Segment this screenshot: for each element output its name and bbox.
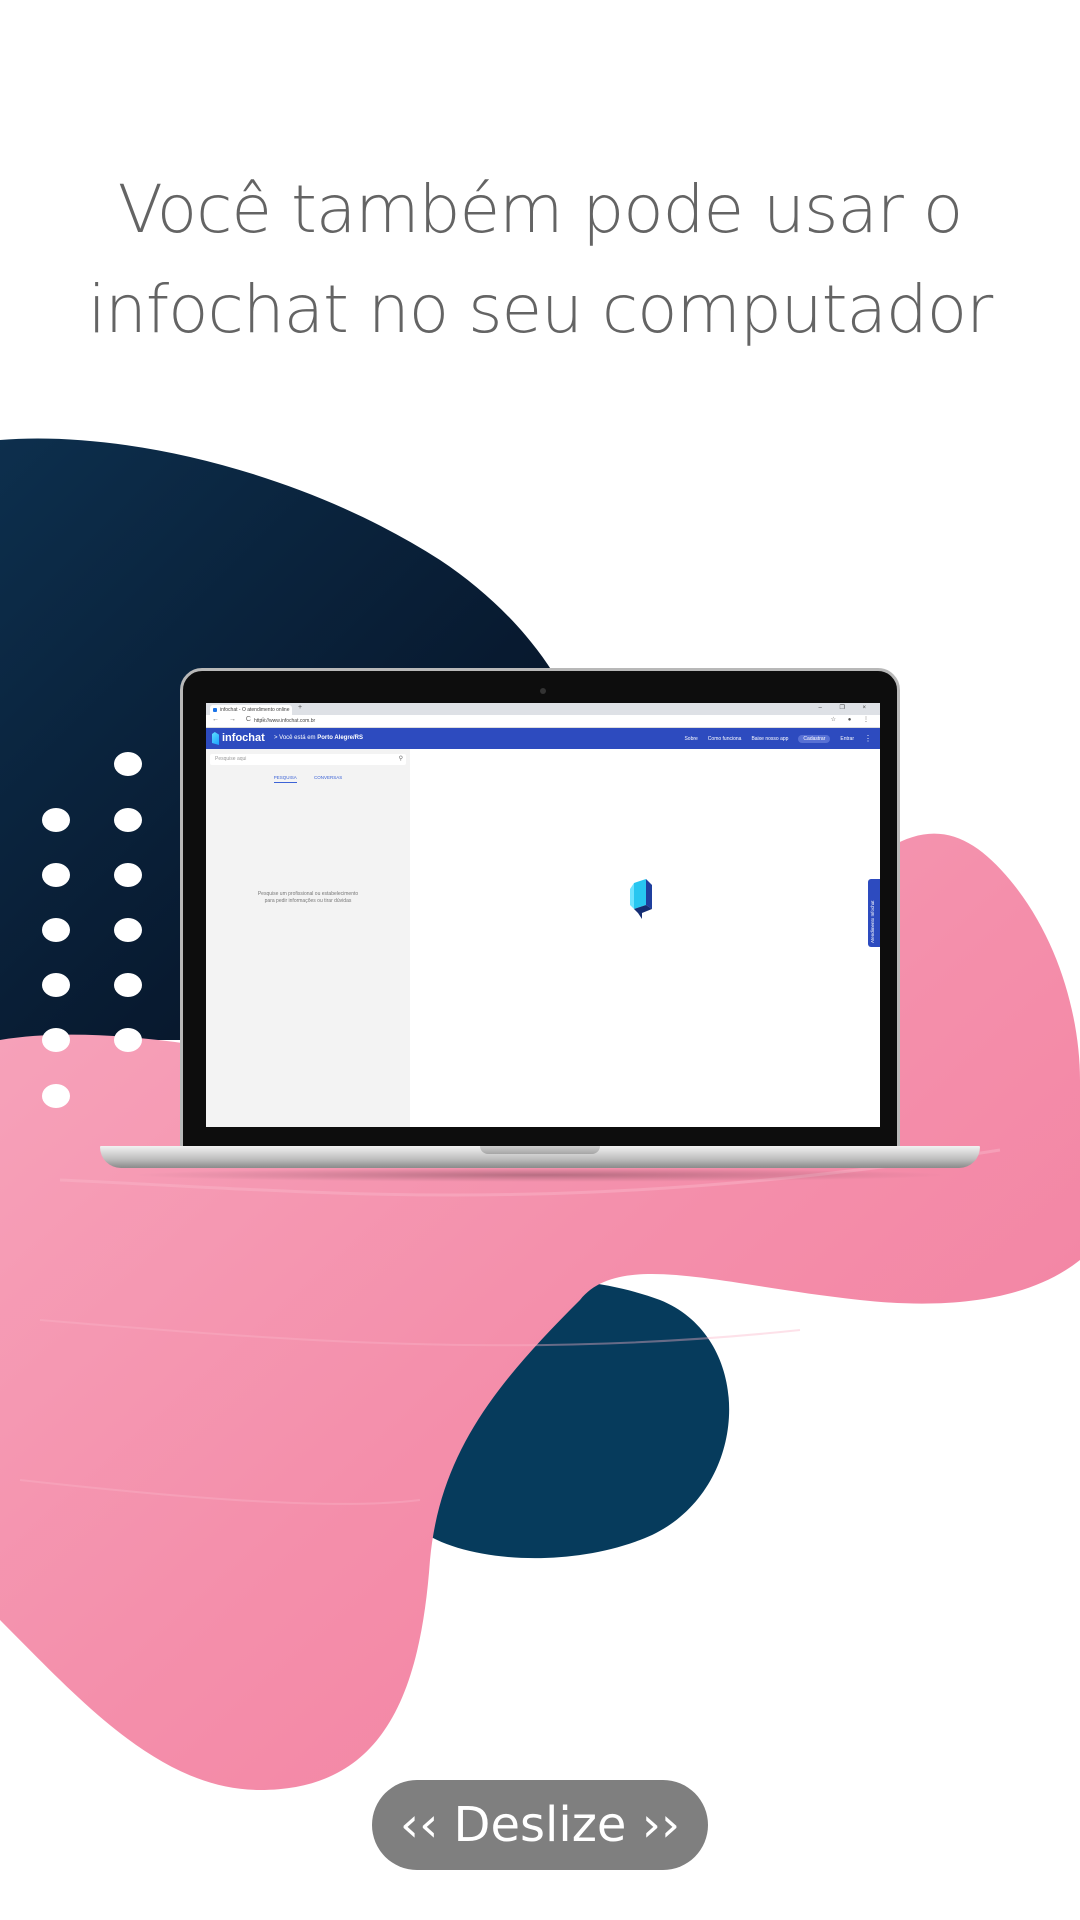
browser-tabbar: infochat - O atendimento online + – ❐ × bbox=[206, 703, 880, 715]
laptop-screen: infochat - O atendimento online + – ❐ × … bbox=[206, 703, 880, 1127]
search-input[interactable]: Pesquise aqui ⚲ bbox=[210, 754, 406, 765]
laptop-notch bbox=[480, 1146, 600, 1154]
tab-pesquisa[interactable]: PESQUISA bbox=[273, 775, 297, 783]
browser-extension-icons[interactable]: ☆ ● ⋮ bbox=[831, 716, 874, 723]
headline-line-1: Você também pode usar o bbox=[117, 171, 964, 248]
sidebar-empty-message: Pesquise um profissional ou estabelecime… bbox=[206, 891, 410, 904]
location-prefix: Você está em bbox=[279, 735, 316, 741]
infochat-logo-icon bbox=[212, 732, 219, 745]
kebab-menu-icon[interactable]: ⋮ bbox=[864, 735, 872, 743]
browser-address-bar: ← → C ⌂ https://www.infochat.com.br ☆ ● … bbox=[206, 715, 880, 728]
laptop-mockup: infochat - O atendimento online + – ❐ × … bbox=[100, 668, 980, 1188]
url-field[interactable]: https://www.infochat.com.br bbox=[254, 717, 315, 726]
camera-icon bbox=[540, 688, 546, 694]
menu-baixe-app[interactable]: Baixe nosso app bbox=[751, 736, 788, 742]
app-sidebar: Pesquise aqui ⚲ PESQUISA CONVERSAS Pesqu… bbox=[206, 749, 410, 1127]
search-icon[interactable]: ⚲ bbox=[399, 754, 403, 765]
empty-message-line-2: para pedir informações ou tirar dúvidas bbox=[264, 897, 352, 904]
location-city: Porto Alegre/RS bbox=[317, 735, 363, 741]
app-logo-text[interactable]: infochat bbox=[222, 731, 265, 745]
support-tab[interactable]: Atendimento Infochat bbox=[868, 879, 880, 947]
headline: Você também pode usar o infochat no seu … bbox=[0, 160, 1080, 360]
headline-line-2: infochat no seu computador bbox=[87, 271, 994, 348]
laptop-lid: infochat - O atendimento online + – ❐ × … bbox=[180, 668, 900, 1154]
slide-page: Você também pode usar o infochat no seu … bbox=[0, 0, 1080, 1920]
location-indicator[interactable]: > Você está em Porto Alegre/RS bbox=[274, 734, 363, 743]
menu-como-funciona[interactable]: Como funciona bbox=[708, 736, 742, 742]
new-tab-icon[interactable]: + bbox=[298, 704, 302, 711]
swipe-button[interactable]: ‹‹ Deslize ›› bbox=[372, 1780, 708, 1870]
tab-conversas[interactable]: CONVERSAS bbox=[314, 775, 342, 782]
sidebar-tabs: PESQUISA CONVERSAS bbox=[206, 775, 410, 785]
menu-entrar[interactable]: Entrar bbox=[840, 736, 854, 742]
support-tab-label: Atendimento Infochat bbox=[870, 900, 875, 943]
app-header: infochat > Você está em Porto Alegre/RS … bbox=[206, 728, 880, 749]
browser-tab[interactable]: infochat - O atendimento online bbox=[210, 705, 292, 715]
browser-tab-title: infochat - O atendimento online bbox=[220, 707, 290, 713]
infochat-center-logo-icon bbox=[630, 879, 652, 919]
app-menu: Sobre Como funciona Baixe nosso app Cada… bbox=[684, 734, 872, 744]
menu-cadastrar-button[interactable]: Cadastrar bbox=[798, 735, 831, 743]
infochat-favicon-icon bbox=[213, 708, 217, 712]
laptop-shadow bbox=[130, 1168, 950, 1182]
menu-sobre[interactable]: Sobre bbox=[684, 736, 697, 742]
window-controls[interactable]: – ❐ × bbox=[818, 704, 874, 711]
search-placeholder: Pesquise aqui bbox=[215, 756, 247, 762]
